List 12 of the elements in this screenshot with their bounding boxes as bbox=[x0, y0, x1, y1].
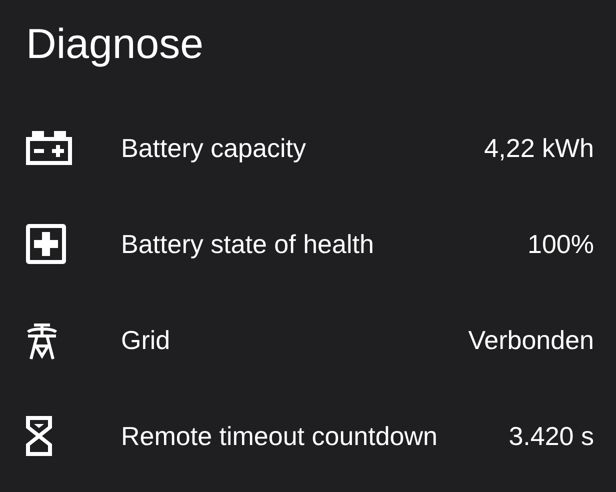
row-label: Battery state of health bbox=[121, 228, 374, 260]
row-label: Remote timeout countdown bbox=[121, 420, 438, 452]
hourglass-icon bbox=[26, 416, 52, 456]
section-title: Diagnose bbox=[25, 19, 204, 69]
battery-icon bbox=[26, 131, 72, 165]
row-label: Grid bbox=[121, 324, 170, 356]
row-value: 3.420 s bbox=[508, 420, 594, 452]
row-value: 100% bbox=[528, 228, 594, 260]
row-value: Verbonden bbox=[468, 324, 594, 356]
row-value: 4,22 kWh bbox=[484, 132, 594, 164]
row-label: Battery capacity bbox=[121, 132, 306, 164]
medical-cross-icon bbox=[26, 224, 66, 264]
